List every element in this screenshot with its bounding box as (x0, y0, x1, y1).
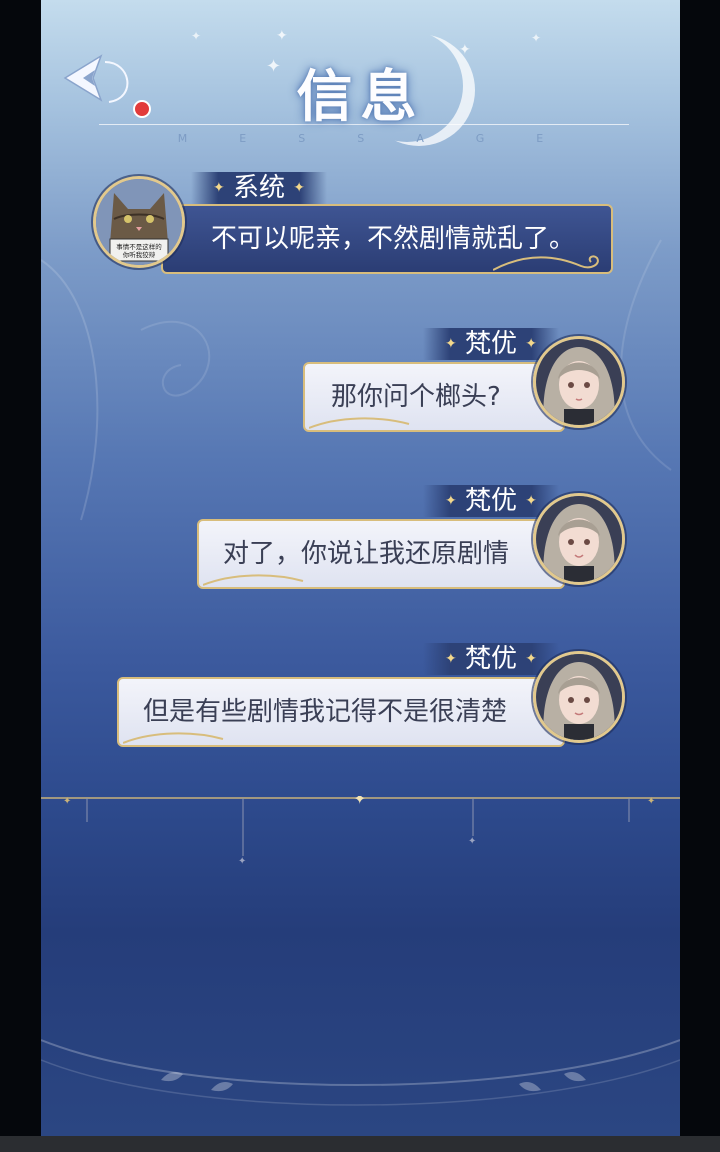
bottom-bar (0, 1136, 720, 1152)
message-bubble[interactable]: 那你问个榔头? (303, 362, 565, 432)
ornamental-divider: ✦ ✦ ✦ ✦ ✦ (41, 796, 680, 867)
gold-flourish (203, 574, 304, 586)
message-text: 对了，你说让我还原剧情 (223, 539, 510, 569)
left-letterbox (0, 0, 41, 1136)
message-bubble[interactable]: 但是有些剧情我记得不是很清楚 (117, 677, 565, 747)
girl-avatar (536, 654, 622, 740)
sender-name-tag: ✦ 系统 ✦ (191, 172, 328, 204)
avatar[interactable]: 事情不是这样的 你听我狡辩 (93, 176, 185, 268)
gold-flourish (309, 417, 410, 429)
girl-avatar (536, 339, 622, 425)
notification-badge (133, 100, 151, 118)
sender-name-tag: ✦ 梵优 ✦ (423, 328, 560, 360)
svg-text:✦: ✦ (238, 856, 246, 867)
gold-flourish (493, 255, 599, 271)
girl-avatar (536, 496, 622, 582)
avatar[interactable] (533, 651, 625, 743)
sender-name-tag: ✦ 梵优 ✦ (423, 485, 560, 517)
message-text: 那你问个榔头? (331, 382, 501, 412)
sender-name: 梵优 (465, 329, 518, 359)
cat-avatar: 事情不是这样的 你听我狡辩 (96, 179, 182, 265)
header: 信息 MESSAGE (41, 0, 680, 160)
message-text: 但是有些剧情我记得不是很清楚 (143, 697, 508, 727)
svg-text:✦: ✦ (63, 796, 71, 807)
sender-name: 梵优 (465, 486, 518, 516)
sender-name: 梵优 (465, 644, 518, 674)
svg-text:✦: ✦ (353, 796, 366, 808)
message-screen: ✦ ✦ ✦ ✦ ✦ 信息 MESSAGE ✦ 系统 ✦ 不可以呢亲，不然剧情就乱… (41, 0, 680, 1136)
sender-name: 系统 (233, 173, 286, 203)
avatar[interactable] (533, 493, 625, 585)
message-text: 不可以呢亲，不然剧情就乱了。 (211, 224, 576, 254)
message-item: ✦ 梵优 ✦ 对了，你说让我还原剧情 (41, 485, 680, 605)
message-bubble[interactable]: 对了，你说让我还原剧情 (197, 519, 565, 589)
svg-text:✦: ✦ (468, 836, 476, 847)
page-subtitle: MESSAGE (177, 132, 596, 145)
avatar-sign-text: 事情不是这样的 (116, 242, 162, 251)
back-button[interactable] (61, 48, 151, 118)
avatar[interactable] (533, 336, 625, 428)
message-bubble[interactable]: 不可以呢亲，不然剧情就乱了。 (161, 204, 613, 274)
message-item: ✦ 系统 ✦ 不可以呢亲，不然剧情就乱了。 事情不是这样的 你听我狡辩 (41, 170, 680, 290)
svg-text:✦: ✦ (647, 796, 655, 807)
right-letterbox (680, 0, 720, 1136)
sender-name-tag: ✦ 梵优 ✦ (423, 643, 560, 675)
svg-text:你听我狡辩: 你听我狡辩 (123, 250, 156, 259)
message-item: ✦ 梵优 ✦ 但是有些剧情我记得不是很清楚 (41, 643, 680, 763)
message-item: ✦ 梵优 ✦ 那你问个榔头? (41, 328, 680, 448)
back-arrow-icon (63, 54, 129, 103)
gold-flourish (123, 732, 224, 744)
